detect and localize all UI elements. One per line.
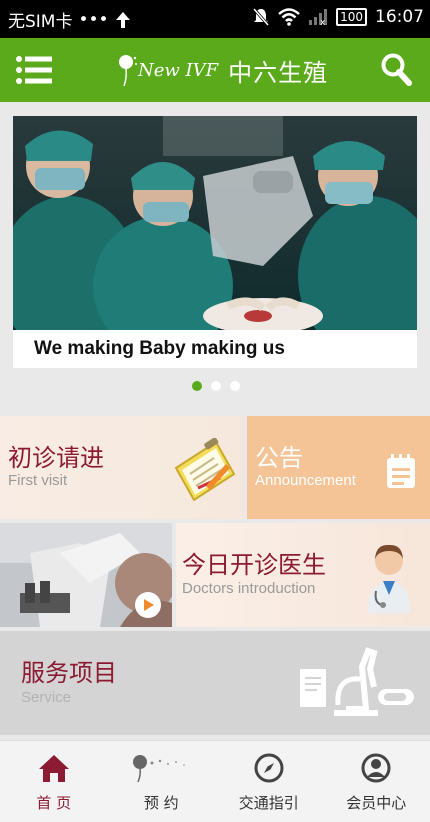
service-title: 服务项目 [21,653,117,688]
user-icon [361,753,391,783]
announcement-tile[interactable]: 公告 Announcement [247,416,430,519]
brand-name-en: New IVF [138,60,218,81]
dandelion-logo-icon [118,52,138,88]
carousel-dot[interactable] [211,381,221,391]
carousel-dot[interactable] [230,381,240,391]
doctors-tile[interactable]: 今日开诊医生 Doctors introduction [176,523,430,627]
banner-caption: We making Baby making us [34,338,285,360]
clipboard-icon [168,438,238,506]
microscope-photo [0,523,172,627]
first-visit-subtitle: First visit [8,472,67,489]
surgery-photo [13,116,417,330]
svg-text:x: x [320,18,326,26]
announcement-subtitle: Announcement [255,472,356,489]
app-header: New IVF 中六生殖 [0,38,430,102]
bottom-tab-bar: 首 页 预 约 交通指引 会员中心 [0,740,430,822]
service-subtitle: Service [21,689,71,706]
brand-logo: New IVF 中六生殖 [118,52,328,88]
menu-icon[interactable] [16,56,52,84]
tab-label: 首 页 [0,792,108,813]
first-visit-title: 初诊请进 [8,438,104,473]
banner-carousel[interactable]: We making Baby making us [13,116,417,368]
tab-label: 会员中心 [323,792,430,813]
bell-muted-icon [252,7,270,27]
compass-icon [254,753,284,783]
doctors-title: 今日开诊医生 [182,545,326,580]
tab-label: 交通指引 [215,792,323,813]
battery-indicator: 100 [336,8,367,26]
first-visit-tile[interactable]: 初诊请进 First visit [0,416,243,519]
status-bar: 无SIM卡 ••• x 100 16:07 [0,0,430,38]
wifi-icon [278,8,300,26]
lab-equipment-icon [298,647,416,719]
carousel-indicator [192,381,240,391]
announcement-title: 公告 [255,438,303,473]
doctor-icon [364,539,414,613]
tab-directions[interactable]: 交通指引 [215,741,323,822]
carrier-label: 无SIM卡 [8,7,72,32]
home-icon [38,753,70,783]
tab-member-center[interactable]: 会员中心 [323,741,430,822]
doctors-subtitle: Doctors introduction [182,580,315,597]
tab-appointment[interactable]: 预 约 [108,741,216,822]
service-tile[interactable]: 服务项目 Service [0,631,430,735]
carousel-dot[interactable] [192,381,202,391]
tab-home[interactable]: 首 页 [0,741,108,822]
microscope-tile[interactable] [0,523,172,627]
upload-arrow-icon [115,11,131,29]
notepad-icon [385,454,417,490]
clock: 16:07 [375,7,424,27]
brand-name-cn: 中六生殖 [228,53,328,88]
more-dots: ••• [78,10,108,30]
signal-icon: x [308,8,328,26]
dandelion-icon [130,753,192,783]
tab-label: 预 约 [108,792,216,813]
search-icon[interactable] [380,52,412,86]
